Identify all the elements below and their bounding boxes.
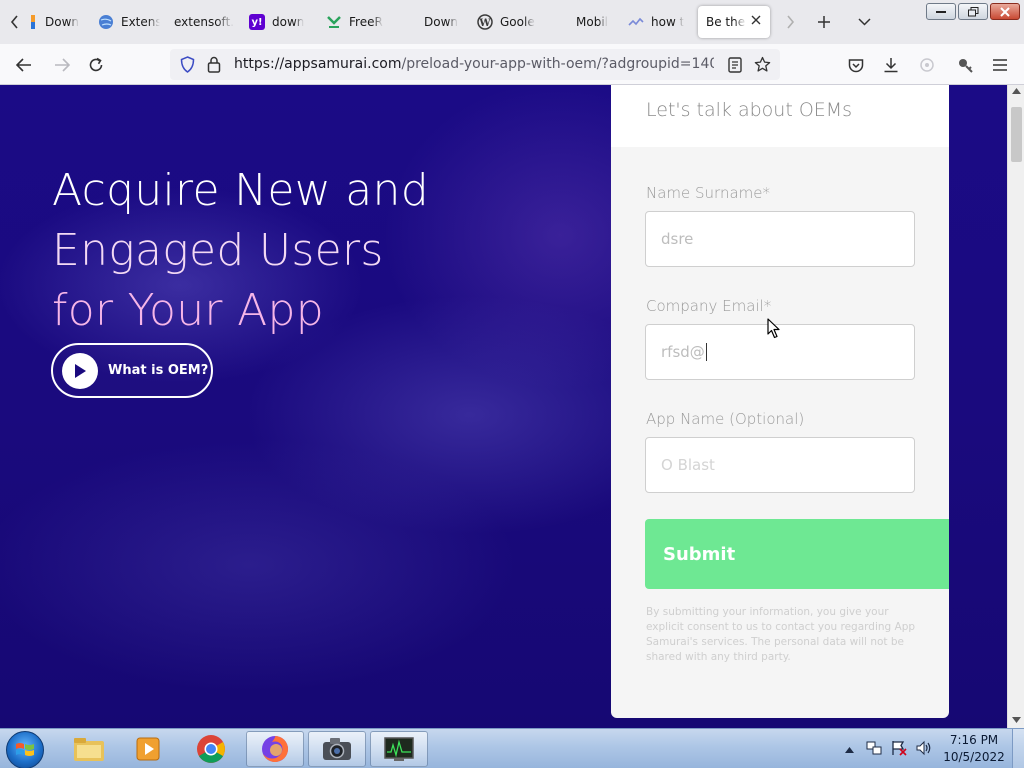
url-text[interactable]: https://appsamurai.com/preload-your-app-…: [234, 56, 714, 72]
tab-extensoft[interactable]: extensoft.: [174, 6, 236, 38]
scrollbar-thumb[interactable]: [1011, 107, 1022, 162]
search-site-icon: [628, 14, 644, 30]
extension-addon-icon[interactable]: [955, 55, 975, 75]
back-icon[interactable]: [14, 55, 34, 75]
windows-taskbar: 7:16 PM 10/5/2022: [0, 728, 1024, 768]
what-is-oem-button[interactable]: What is OEM?: [51, 343, 213, 398]
scroll-up-icon[interactable]: [1012, 88, 1021, 94]
tab-how-to[interactable]: how t: [628, 6, 688, 38]
tab-scroll-right-icon[interactable]: [782, 12, 798, 32]
contact-form: Let's talk about OEMs Name Surname* dsre…: [611, 85, 949, 718]
action-center-flag-icon[interactable]: [891, 740, 907, 759]
form-title: Let's talk about OEMs: [646, 99, 853, 121]
text-caret: [705, 343, 707, 361]
list-all-tabs-icon[interactable]: [854, 12, 874, 32]
monitor-icon[interactable]: [370, 731, 428, 767]
page-scrollbar[interactable]: [1007, 85, 1024, 728]
address-bar[interactable]: https://appsamurai.com/preload-your-app-…: [170, 49, 780, 80]
browser-nav-bar: https://appsamurai.com/preload-your-app-…: [0, 44, 1024, 85]
globe-icon: [98, 14, 114, 30]
chrome-icon[interactable]: [182, 731, 240, 767]
tab-wordpress[interactable]: W Goole: [477, 6, 545, 38]
name-surname-input[interactable]: dsre: [645, 211, 915, 267]
freeride-icon: [326, 14, 342, 30]
form-header: Let's talk about OEMs: [611, 85, 949, 147]
menu-hamburger-icon[interactable]: [990, 55, 1010, 75]
company-email-label: Company Email*: [646, 297, 772, 315]
hero-line-1: Acquire New and: [52, 165, 429, 216]
camera-icon[interactable]: [308, 731, 366, 767]
restore-window-button[interactable]: [958, 3, 988, 20]
consent-text: By submitting your information, you give…: [646, 606, 916, 663]
firefox-download-icon: [28, 14, 38, 30]
downloads-icon[interactable]: [881, 55, 901, 75]
hero-line-2: Engaged Users: [52, 225, 384, 276]
reader-view-icon[interactable]: [728, 57, 742, 77]
hero-line-3: for Your App: [52, 285, 324, 336]
network-icon[interactable]: [866, 740, 882, 759]
show-desktop-button[interactable]: [1012, 729, 1024, 768]
show-hidden-icons-icon[interactable]: [845, 742, 854, 756]
system-clock[interactable]: 7:16 PM 10/5/2022: [940, 732, 1008, 766]
mouse-cursor-icon: [767, 318, 781, 343]
reload-icon[interactable]: [86, 55, 106, 75]
svg-text:W: W: [478, 18, 491, 29]
tab-down[interactable]: Down: [424, 6, 464, 38]
firefox-icon[interactable]: [246, 731, 304, 767]
tracking-protection-shield-icon[interactable]: [180, 56, 195, 77]
browser-tab-bar: Down Extens extensoft. y! down FreeR Dow…: [0, 0, 1024, 44]
forward-icon[interactable]: [52, 55, 72, 75]
clock-time: 7:16 PM: [949, 733, 999, 747]
pocket-icon[interactable]: [846, 55, 866, 75]
play-icon: [62, 352, 98, 389]
close-window-button[interactable]: [990, 3, 1020, 20]
file-explorer-icon[interactable]: [60, 731, 118, 767]
tab-freeride[interactable]: FreeR: [326, 6, 386, 38]
scroll-down-icon[interactable]: [1012, 717, 1021, 723]
submit-button[interactable]: Submit: [645, 519, 949, 589]
name-surname-label: Name Surname*: [646, 184, 770, 202]
start-button[interactable]: [6, 731, 44, 768]
page-content: Acquire New and Engaged Users for Your A…: [0, 85, 1007, 728]
clock-date: 10/5/2022: [943, 750, 1005, 764]
what-is-oem-label: What is OEM?: [108, 363, 209, 378]
volume-icon[interactable]: [916, 740, 932, 759]
lock-icon[interactable]: [207, 56, 221, 77]
app-name-input[interactable]: O Blast: [645, 437, 915, 493]
new-tab-icon[interactable]: [814, 12, 834, 32]
yahoo-icon: y!: [249, 14, 265, 30]
tab-active-be-the-first[interactable]: Be the f: [698, 6, 770, 38]
extensions-puzzle-icon[interactable]: [917, 55, 937, 75]
minimize-window-button[interactable]: [926, 3, 956, 20]
close-tab-icon[interactable]: [750, 14, 762, 29]
media-player-icon[interactable]: [120, 731, 178, 767]
tab-yahoo[interactable]: y! down: [249, 6, 309, 38]
tab-extensions[interactable]: Extens: [98, 6, 160, 38]
tab-mobile[interactable]: Mobil: [576, 6, 616, 38]
bookmark-star-icon[interactable]: [754, 56, 771, 77]
wordpress-icon: W: [477, 14, 493, 30]
tab-scroll-left-icon[interactable]: [6, 12, 22, 32]
app-name-label: App Name (Optional): [646, 410, 805, 428]
tab-downloads[interactable]: Down: [28, 6, 90, 38]
